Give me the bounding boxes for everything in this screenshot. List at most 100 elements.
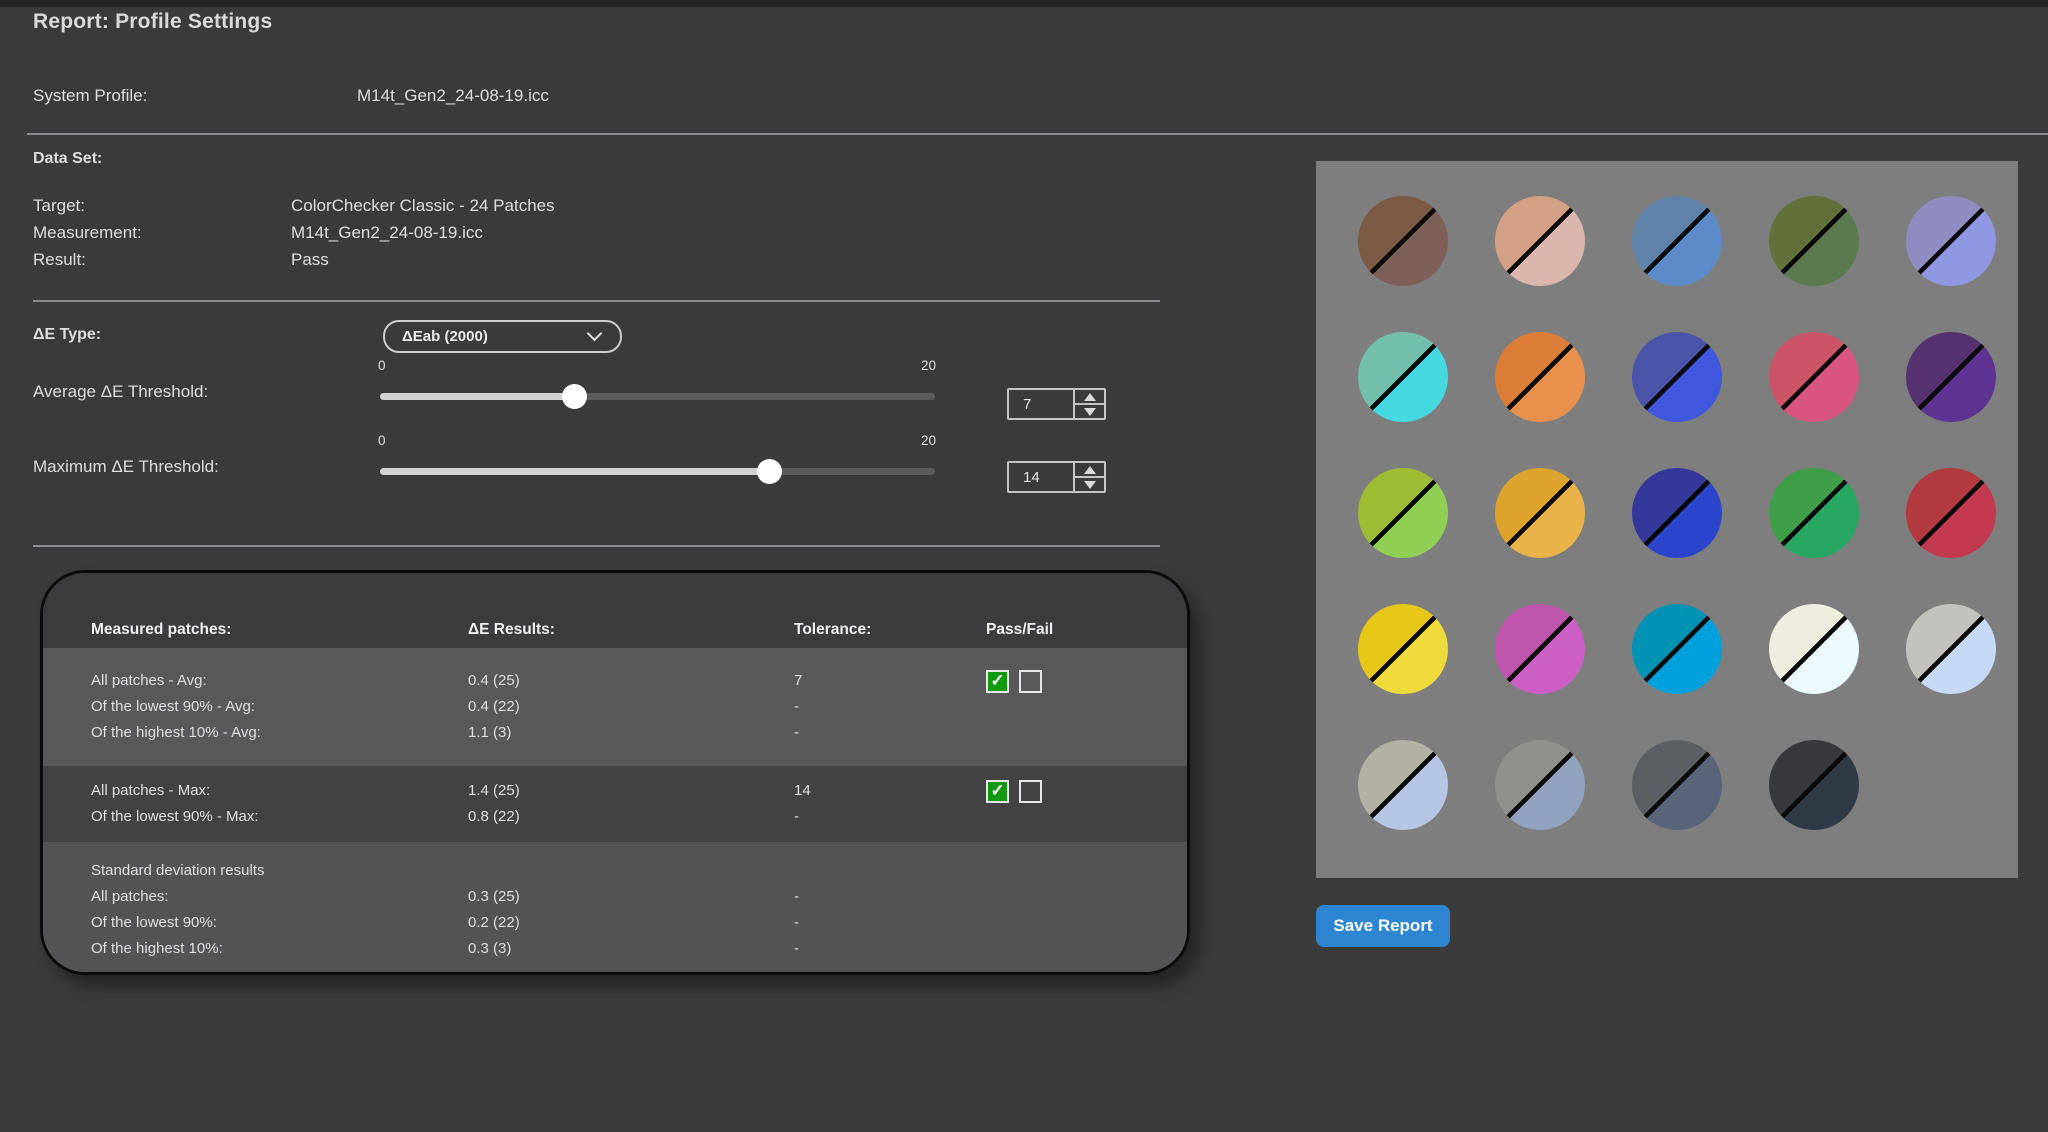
measurement-label: Measurement: [33, 223, 142, 243]
pass-checkbox-checked[interactable]: ✓ [986, 670, 1009, 693]
maximum-threshold-spinbox: 14 [1007, 461, 1106, 493]
table-row: Of the highest 10%:0.3 (3)- [91, 936, 1187, 962]
results-table: Measured patches: ΔE Results: Tolerance:… [40, 570, 1190, 975]
report-profile-settings-window: Report: Profile Settings System Profile:… [0, 0, 2048, 1132]
average-threshold-label: Average ΔE Threshold: [33, 382, 208, 402]
patch-neutral-6-5 [1358, 740, 1448, 830]
slider-fill [380, 393, 574, 400]
pass-checkbox-checked[interactable]: ✓ [986, 780, 1009, 803]
system-profile-label: System Profile: [33, 86, 147, 106]
row-label: Of the lowest 90% - Avg: [91, 694, 468, 720]
patch-neutral-8 [1906, 604, 1996, 694]
maximum-threshold-slider[interactable] [380, 468, 935, 475]
patch-blue-flower [1906, 196, 1996, 286]
column-header-measured-patches: Measured patches: [91, 617, 468, 643]
row-de-result: 1.1 (3) [468, 720, 794, 746]
row-pass-fail-cell: ✓ [986, 780, 1187, 803]
patch-light-skin [1495, 196, 1585, 286]
patch-cyan [1632, 604, 1722, 694]
row-tolerance: - [794, 910, 986, 936]
separator-dataset [33, 300, 1160, 302]
arrow-down-icon [1084, 408, 1096, 416]
patch-orange-yellow [1495, 468, 1585, 558]
arrow-up-icon [1084, 466, 1096, 474]
table-row: All patches:0.3 (25)- [91, 884, 1187, 910]
patch-purplish-blue [1632, 332, 1722, 422]
table-row: All patches - Avg:0.4 (25)7✓ [91, 668, 1187, 694]
column-header-pass-fail: Pass/Fail [986, 617, 1187, 643]
maximum-threshold-value[interactable]: 14 [1009, 463, 1073, 491]
de-type-selected-value: ΔEab (2000) [402, 328, 589, 345]
arrow-up-icon [1084, 393, 1096, 401]
de-type-dropdown[interactable]: ΔEab (2000) [383, 320, 622, 353]
patch-yellow [1358, 604, 1448, 694]
row-label: Of the highest 10%: [91, 936, 468, 962]
patch-magenta [1495, 604, 1585, 694]
table-row: Of the lowest 90%:0.2 (22)- [91, 910, 1187, 936]
row-label: All patches - Avg: [91, 668, 468, 694]
row-label: All patches: [91, 884, 468, 910]
data-set-heading: Data Set: [33, 150, 102, 168]
row-de-result: 0.3 (25) [468, 884, 794, 910]
system-profile-value: M14t_Gen2_24-08-19.icc [357, 86, 549, 106]
measurement-value: M14t_Gen2_24-08-19.icc [291, 223, 483, 243]
average-threshold-slider[interactable] [380, 393, 935, 400]
table-row: All patches - Max:1.4 (25)14✓ [91, 778, 1187, 804]
row-tolerance: - [794, 884, 986, 910]
patch-neutral-5 [1495, 740, 1585, 830]
table-row: Standard deviation results [91, 858, 1187, 884]
table-row: Of the lowest 90% - Avg:0.4 (22)- [91, 694, 1187, 720]
column-header-de-results: ΔE Results: [468, 617, 794, 643]
average-slider-thumb[interactable] [562, 384, 587, 409]
patch-green [1769, 468, 1859, 558]
patch-dark-skin [1358, 196, 1448, 286]
row-label: Of the lowest 90%: [91, 910, 468, 936]
average-spin-up-button[interactable] [1075, 390, 1104, 405]
target-label: Target: [33, 196, 85, 216]
patch-yellow-green [1358, 468, 1448, 558]
patch-comparison-panel [1316, 161, 2018, 878]
fail-checkbox-unchecked[interactable] [1019, 670, 1042, 693]
maximum-spin-up-button[interactable] [1075, 463, 1104, 478]
row-tolerance: - [794, 720, 986, 746]
table-row: Of the highest 10% - Avg:1.1 (3)- [91, 720, 1187, 746]
row-de-result: 0.2 (22) [468, 910, 794, 936]
patch-orange [1495, 332, 1585, 422]
average-slider-max-label: 20 [916, 358, 936, 373]
row-label: Standard deviation results [91, 858, 468, 884]
de-type-label: ΔE Type: [33, 326, 101, 344]
table-group-1: All patches - Max:1.4 (25)14✓Of the lowe… [43, 766, 1187, 842]
maximum-slider-max-label: 20 [916, 433, 936, 448]
patch-moderate-red [1769, 332, 1859, 422]
average-threshold-value[interactable]: 7 [1009, 390, 1073, 418]
results-table-header: Measured patches: ΔE Results: Tolerance:… [43, 573, 1187, 648]
row-label: All patches - Max: [91, 778, 468, 804]
patch-black [1769, 740, 1859, 830]
fail-checkbox-unchecked[interactable] [1019, 780, 1042, 803]
row-pass-fail-cell: ✓ [986, 670, 1187, 693]
save-report-button[interactable]: Save Report [1316, 905, 1450, 947]
patch-bluish-green [1358, 332, 1448, 422]
row-tolerance: - [794, 804, 986, 830]
average-spin-down-button[interactable] [1075, 405, 1104, 418]
row-label: Of the lowest 90% - Max: [91, 804, 468, 830]
separator-top [27, 133, 2048, 135]
maximum-spin-down-button[interactable] [1075, 478, 1104, 491]
row-de-result: 1.4 (25) [468, 778, 794, 804]
row-label: Of the highest 10% - Avg: [91, 720, 468, 746]
patch-blue [1632, 468, 1722, 558]
slider-fill [380, 468, 769, 475]
row-de-result: 0.3 (3) [468, 936, 794, 962]
separator-thresholds [33, 545, 1160, 547]
maximum-slider-thumb[interactable] [757, 459, 782, 484]
maximum-slider-min-label: 0 [378, 433, 386, 448]
maximum-threshold-label: Maximum ΔE Threshold: [33, 457, 219, 477]
arrow-down-icon [1084, 481, 1096, 489]
patch-white [1769, 604, 1859, 694]
window-top-edge [0, 0, 2048, 7]
row-de-result: 0.4 (25) [468, 668, 794, 694]
table-row: Of the lowest 90% - Max:0.8 (22)- [91, 804, 1187, 830]
average-threshold-spinbox: 7 [1007, 388, 1106, 420]
page-title: Report: Profile Settings [33, 10, 272, 34]
save-report-label: Save Report [1333, 916, 1432, 936]
